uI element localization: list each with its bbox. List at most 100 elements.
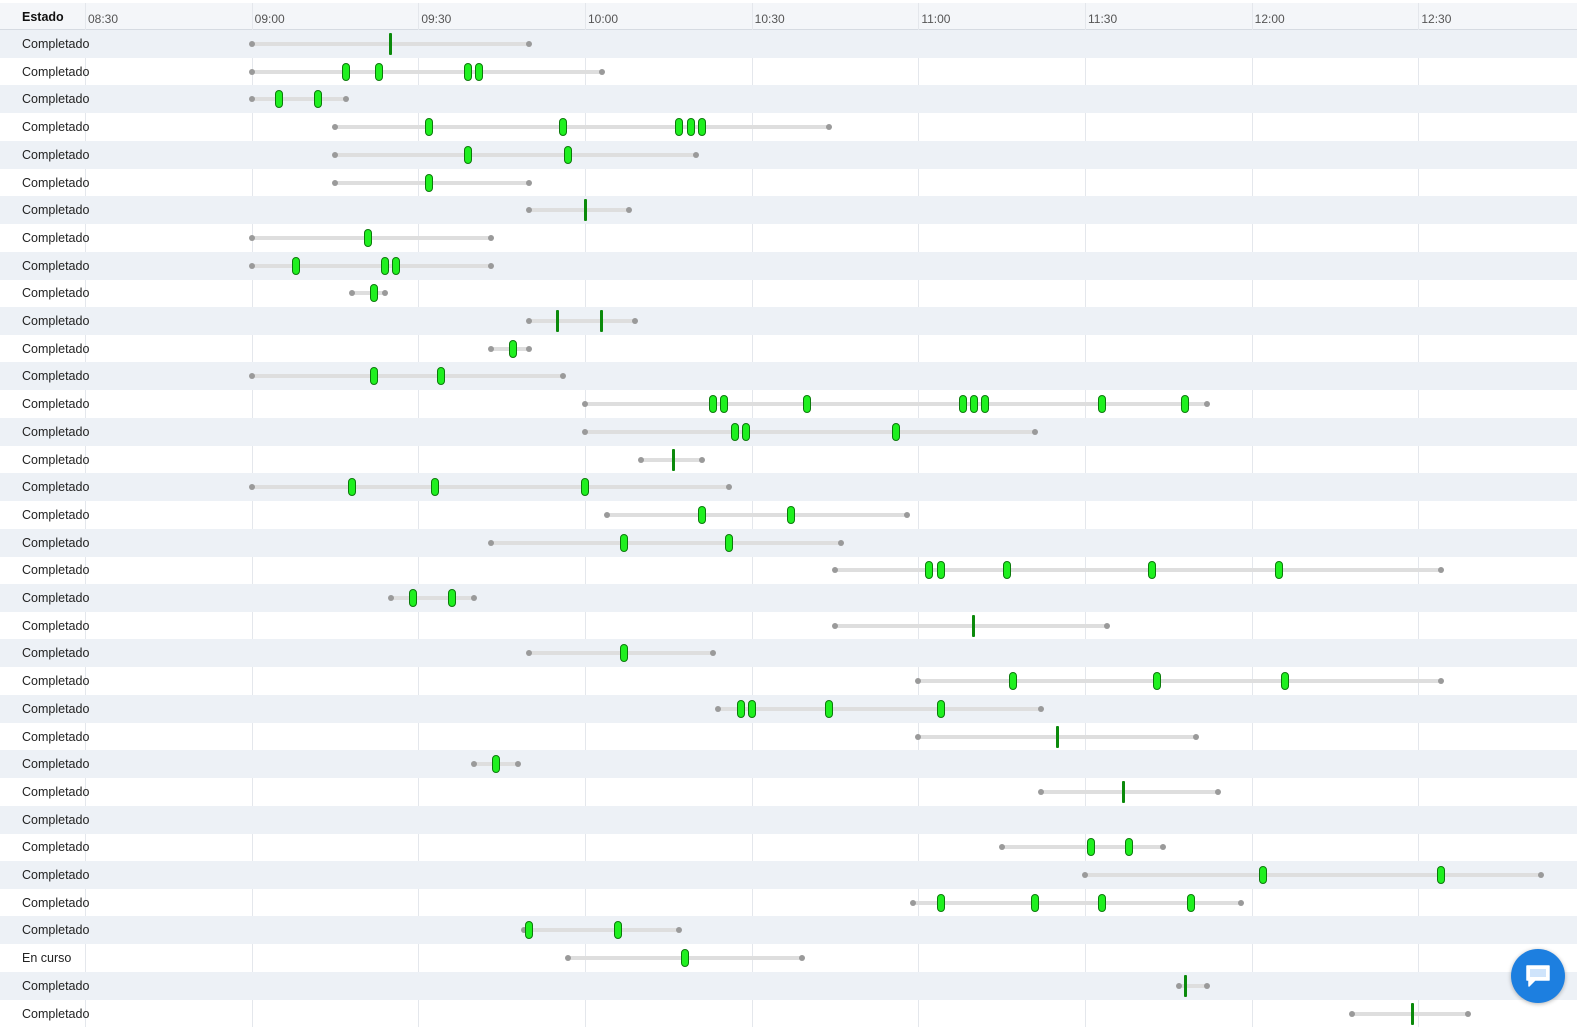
event-marker[interactable] — [581, 478, 589, 497]
event-marker-bar[interactable] — [1183, 974, 1187, 997]
timeline-row[interactable]: Completado — [0, 140, 1577, 169]
timeline-row[interactable]: En curso — [0, 944, 1577, 972]
event-marker-bar[interactable] — [389, 33, 393, 55]
event-marker-bar[interactable] — [1055, 725, 1059, 748]
event-marker[interactable] — [1125, 838, 1134, 857]
timeline-row[interactable]: Completado — [0, 612, 1577, 640]
event-marker[interactable] — [392, 256, 401, 275]
timeline-row[interactable]: Completado — [0, 667, 1577, 695]
event-marker[interactable] — [786, 505, 795, 524]
timeline-row[interactable]: Completado — [0, 750, 1577, 779]
event-marker[interactable] — [936, 893, 945, 912]
event-marker[interactable] — [686, 118, 695, 137]
event-marker[interactable] — [697, 118, 706, 137]
event-marker[interactable] — [892, 422, 901, 441]
event-marker[interactable] — [803, 395, 812, 414]
event-marker[interactable] — [1281, 672, 1289, 691]
chat-button[interactable] — [1511, 949, 1565, 1003]
event-marker[interactable] — [375, 62, 384, 81]
timeline-row[interactable]: Completado — [0, 335, 1577, 363]
event-marker[interactable] — [1147, 561, 1156, 580]
event-marker[interactable] — [381, 256, 389, 275]
timeline-row[interactable]: Completado — [0, 501, 1577, 529]
event-marker[interactable] — [314, 90, 323, 109]
event-marker[interactable] — [369, 367, 378, 386]
timeline-row[interactable]: Completado — [0, 639, 1577, 668]
timeline-row[interactable]: Completado — [0, 556, 1577, 584]
event-marker-bar[interactable] — [600, 310, 604, 332]
timeline-row[interactable]: Completado — [0, 446, 1577, 474]
event-marker[interactable] — [1086, 838, 1095, 857]
event-marker[interactable] — [747, 699, 756, 718]
timeline-row[interactable]: Completado — [0, 251, 1577, 280]
timeline-row[interactable]: Completado — [0, 30, 1577, 58]
event-marker[interactable] — [1097, 395, 1106, 414]
timeline-row[interactable]: Completado — [0, 362, 1577, 391]
event-marker[interactable] — [925, 561, 934, 580]
event-marker[interactable] — [825, 699, 834, 718]
timeline-row[interactable]: Completado — [0, 1000, 1577, 1028]
timeline-row[interactable]: Completado — [0, 85, 1577, 114]
event-marker-bar[interactable] — [1122, 780, 1126, 803]
event-marker[interactable] — [619, 533, 628, 552]
timeline-row[interactable]: Completado — [0, 694, 1577, 723]
event-marker[interactable] — [425, 173, 434, 192]
event-marker[interactable] — [675, 118, 684, 137]
timeline-row[interactable]: Completado — [0, 169, 1577, 197]
event-marker[interactable] — [958, 395, 967, 414]
scrollbar-track[interactable] — [1577, 0, 1588, 1027]
event-marker[interactable] — [1181, 395, 1189, 414]
timeline-row[interactable]: Completado — [0, 584, 1577, 612]
event-marker[interactable] — [1153, 672, 1162, 691]
timeline-row[interactable]: Completado — [0, 279, 1577, 307]
event-marker[interactable] — [292, 256, 301, 275]
event-marker[interactable] — [1436, 866, 1445, 884]
event-marker[interactable] — [969, 395, 978, 414]
event-marker[interactable] — [347, 478, 356, 497]
event-marker[interactable] — [1258, 866, 1267, 884]
timeline-row[interactable]: Completado — [0, 528, 1577, 557]
event-marker[interactable] — [475, 62, 484, 81]
event-marker[interactable] — [564, 145, 573, 164]
event-marker[interactable] — [742, 422, 751, 441]
event-marker[interactable] — [369, 284, 378, 303]
event-marker[interactable] — [431, 478, 439, 497]
timeline-row[interactable]: Completado — [0, 971, 1577, 1000]
timeline-row[interactable]: Completado — [0, 58, 1577, 86]
event-marker[interactable] — [525, 921, 534, 940]
event-marker-bar[interactable] — [1411, 1002, 1415, 1025]
timeline-row[interactable]: Completado — [0, 224, 1577, 252]
event-marker[interactable] — [342, 62, 351, 81]
event-marker[interactable] — [1008, 672, 1017, 691]
event-marker[interactable] — [981, 395, 989, 414]
event-marker[interactable] — [492, 755, 501, 774]
event-marker[interactable] — [364, 228, 373, 247]
timeline-row[interactable]: Completado — [0, 390, 1577, 418]
timeline-row[interactable]: Completado — [0, 307, 1577, 335]
timeline-row[interactable]: Completado — [0, 861, 1577, 889]
event-marker[interactable] — [464, 62, 473, 81]
timeline-row[interactable]: Completado — [0, 805, 1577, 834]
event-marker[interactable] — [936, 699, 945, 718]
event-marker[interactable] — [425, 118, 434, 137]
event-marker[interactable] — [1186, 893, 1195, 912]
event-marker[interactable] — [447, 589, 456, 607]
event-marker[interactable] — [736, 699, 745, 718]
event-marker-bar[interactable] — [555, 310, 559, 332]
event-marker[interactable] — [408, 589, 417, 607]
status-column-header[interactable]: Estado — [22, 10, 64, 24]
event-marker-bar[interactable] — [672, 448, 676, 471]
event-marker[interactable] — [708, 395, 717, 414]
event-marker[interactable] — [614, 921, 623, 940]
timeline-row[interactable]: Completado — [0, 833, 1577, 861]
event-marker[interactable] — [1031, 893, 1039, 912]
event-marker[interactable] — [936, 561, 945, 580]
event-marker[interactable] — [725, 533, 734, 552]
timeline-row[interactable]: Completado — [0, 723, 1577, 751]
timeline-row[interactable]: Completado — [0, 916, 1577, 945]
timeline-row[interactable]: Completado — [0, 778, 1577, 806]
event-marker[interactable] — [508, 339, 517, 358]
event-marker[interactable] — [619, 644, 628, 663]
timeline-row[interactable]: Completado — [0, 417, 1577, 446]
event-marker-bar[interactable] — [583, 199, 587, 222]
